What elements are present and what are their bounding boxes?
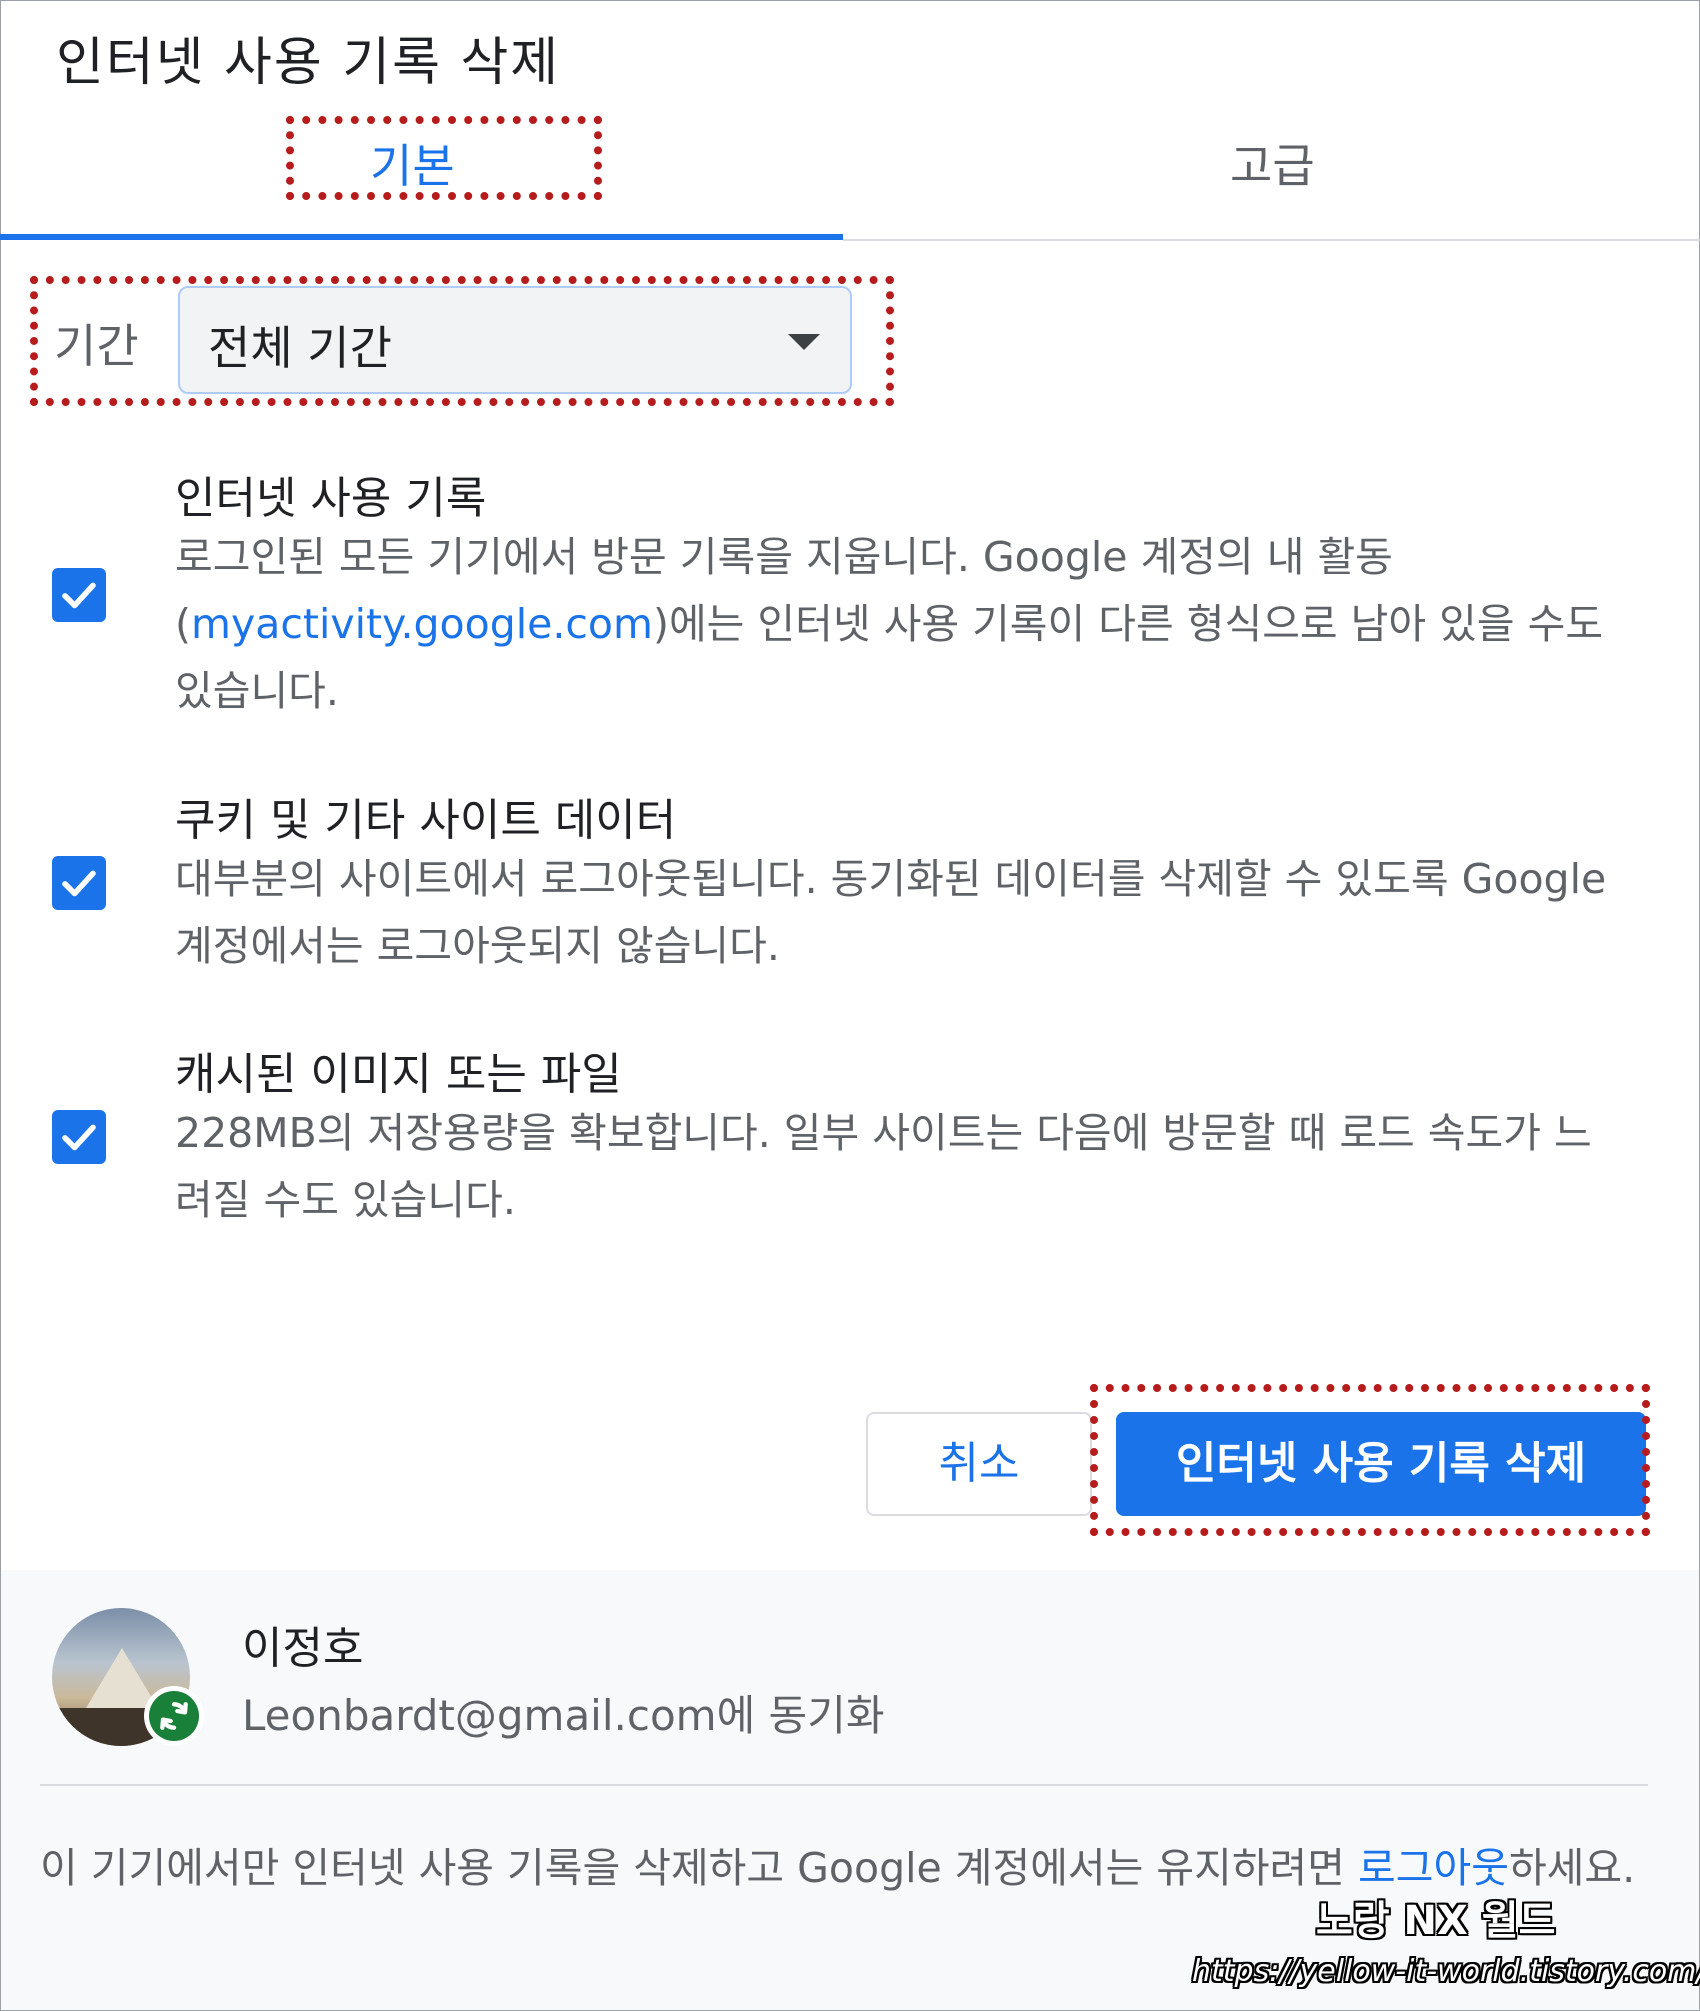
cookies-checkbox[interactable] (52, 856, 106, 910)
myactivity-link[interactable]: myactivity.google.com (191, 600, 653, 648)
sync-icon (160, 1702, 188, 1730)
watermark-url: https://yellow-it-world.tistory.com/ (1192, 1954, 1700, 1989)
watermark-title: 노랑 NX 월드 (1316, 1898, 1556, 1944)
tab-divider (843, 239, 1700, 241)
dropdown-arrow-icon (788, 334, 820, 350)
checkmark-icon (62, 582, 96, 609)
sync-badge (144, 1686, 204, 1746)
option-title: 인터넷 사용 기록 (175, 473, 487, 524)
option-description: 로그인된 모든 기기에서 방문 기록을 지웁니다. Google 계정의 내 활… (175, 533, 1604, 715)
time-range-select[interactable]: 전체 기간 (178, 286, 852, 394)
checkmark-icon (62, 870, 96, 897)
option-title: 쿠키 및 기타 사이트 데이터 (175, 795, 677, 846)
tab-basic-indicator (0, 234, 843, 240)
tab-basic[interactable]: 기본 (370, 130, 455, 196)
option-title: 캐시된 이미지 또는 파일 (175, 1049, 622, 1100)
account-sync-status: Leonbardt@gmail.com에 동기화 (242, 1691, 885, 1740)
clear-data-button[interactable]: 인터넷 사용 기록 삭제 (1116, 1412, 1646, 1516)
cancel-button[interactable]: 취소 (866, 1412, 1092, 1516)
dialog-title: 인터넷 사용 기록 삭제 (56, 33, 561, 93)
sign-out-link[interactable]: 로그아웃 (1358, 1844, 1509, 1892)
tab-advanced[interactable]: 고급 (1230, 130, 1315, 196)
account-name: 이정호 (242, 1623, 364, 1674)
option-description: 대부분의 사이트에서 로그아웃됩니다. 동기화된 데이터를 삭제할 수 있도록 … (175, 855, 1607, 970)
time-range-label: 기간 (54, 319, 139, 373)
footer-divider (40, 1784, 1648, 1786)
option-description: 228MB의 저장용량을 확보합니다. 일부 사이트는 다음에 방문할 때 로드… (175, 1109, 1592, 1224)
cache-checkbox[interactable] (52, 1110, 106, 1164)
time-range-value: 전체 기간 (208, 321, 392, 375)
browsing-history-checkbox[interactable] (52, 568, 106, 622)
checkmark-icon (62, 1124, 96, 1151)
